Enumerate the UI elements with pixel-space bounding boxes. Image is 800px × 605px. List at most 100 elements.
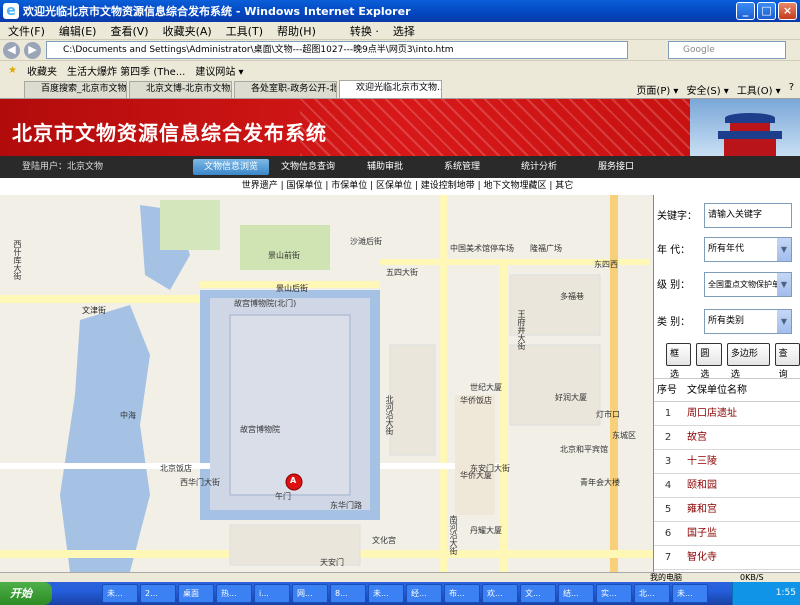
- temple-of-heaven-image: [690, 99, 800, 156]
- minimize-button[interactable]: _: [736, 2, 755, 20]
- nav-stats[interactable]: 统计分析: [501, 159, 577, 175]
- chevron-down-icon[interactable]: ▼: [777, 238, 791, 261]
- start-button[interactable]: 开始: [0, 582, 52, 605]
- label-haorun: 好润大厦: [555, 393, 587, 402]
- table-row[interactable]: 6 国子监: [654, 522, 800, 546]
- label-beijing-hotel: 北京饭店: [160, 464, 192, 473]
- box-select-button[interactable]: 框选: [666, 343, 692, 380]
- nav-query[interactable]: 文物信息查询: [270, 159, 346, 175]
- taskbar-item[interactable]: 2...: [140, 584, 176, 603]
- taskbar-item[interactable]: 布...: [444, 584, 480, 603]
- table-row[interactable]: 4 颐和园: [654, 474, 800, 498]
- safety-menu[interactable]: 安全(S) ▾: [686, 82, 728, 97]
- row-name[interactable]: 国子监: [687, 522, 717, 546]
- taskbar-item[interactable]: 桌面: [178, 584, 214, 603]
- row-name[interactable]: 十三陵: [687, 450, 717, 474]
- label-heping-hotel: 北京和平宾馆: [560, 445, 608, 454]
- tab-wenbo[interactable]: 北京文博-北京市文物局...: [129, 81, 232, 98]
- favorite-item-1[interactable]: 生活大爆炸 第四季 (The...: [67, 63, 185, 78]
- label-danyao: 丹耀大厦: [470, 526, 502, 535]
- table-row[interactable]: 7 智化寺: [654, 546, 800, 570]
- tab-baidu[interactable]: 百度搜索_北京市文物局: [24, 81, 127, 98]
- back-icon[interactable]: ◀: [3, 41, 20, 59]
- level-select[interactable]: 全国重点文物保护单位 ▼: [704, 272, 792, 297]
- row-name[interactable]: 周口店遗址: [687, 402, 737, 426]
- address-input[interactable]: C:\Documents and Settings\Administrator\…: [46, 41, 628, 59]
- taskbar-item[interactable]: 热...: [216, 584, 252, 603]
- menu-select[interactable]: 选择: [393, 23, 415, 39]
- label-shiji: 世纪大厦: [470, 383, 502, 392]
- taskbar-item[interactable]: 网...: [292, 584, 328, 603]
- type-select[interactable]: 所有类别 ▼: [704, 309, 792, 334]
- table-row[interactable]: 5 雍和宫: [654, 498, 800, 522]
- row-name[interactable]: 智化寺: [687, 546, 717, 570]
- row-name[interactable]: 故宫: [687, 426, 707, 450]
- row-index: 6: [664, 528, 672, 539]
- label-beiheyan: 北河沿大街: [385, 395, 394, 435]
- menu-file[interactable]: 文件(F): [8, 23, 45, 39]
- label-donghuamen: 东华门路: [330, 501, 362, 510]
- row-index: 5: [664, 504, 672, 515]
- table-row[interactable]: 3 十三陵: [654, 450, 800, 474]
- favorites-label[interactable]: 收藏夹: [27, 63, 57, 78]
- taskbar-item[interactable]: 经...: [406, 584, 442, 603]
- nav-approval[interactable]: 辅助审批: [347, 159, 423, 175]
- address-bar-row: ◀ ▶ C:\Documents and Settings\Administra…: [0, 40, 800, 60]
- type-value: 所有类别: [708, 316, 745, 326]
- table-row[interactable]: 1 周口店遗址: [654, 402, 800, 426]
- sub-nav[interactable]: 世界遗产 | 国保单位 | 市保单位 | 区保单位 | 建设控制地带 | 地下文…: [0, 178, 800, 195]
- menu-convert[interactable]: 转换 ·: [350, 23, 379, 39]
- keyword-input[interactable]: 请输入关键字: [704, 203, 792, 228]
- search-input[interactable]: Google: [668, 41, 786, 59]
- nav-service[interactable]: 服务接口: [578, 159, 654, 175]
- chevron-down-icon[interactable]: ▼: [777, 310, 791, 333]
- tab-chushi[interactable]: 各处室职-政务公开-北京...: [234, 81, 337, 98]
- taskbar-item[interactable]: 8...: [330, 584, 366, 603]
- era-select[interactable]: 所有年代 ▼: [704, 237, 792, 262]
- polygon-select-button[interactable]: 多边形选: [726, 343, 770, 380]
- favorite-item-2[interactable]: 建议网站 ▾: [195, 63, 243, 78]
- favorites-star-icon[interactable]: ★: [8, 65, 17, 76]
- maximize-button[interactable]: □: [757, 2, 776, 20]
- nav-browse[interactable]: 文物信息浏览: [193, 159, 269, 175]
- row-name[interactable]: 颐和园: [687, 474, 717, 498]
- help-icon[interactable]: ?: [789, 82, 794, 97]
- status-bar: 我的电脑 0KB/S: [0, 572, 800, 582]
- taskbar-item[interactable]: 结...: [558, 584, 594, 603]
- nav-system[interactable]: 系统管理: [424, 159, 500, 175]
- taskbar-item[interactable]: 北...: [634, 584, 670, 603]
- taskbar-item[interactable]: 文...: [520, 584, 556, 603]
- taskbar-item[interactable]: 未...: [672, 584, 708, 603]
- table-row[interactable]: 2 故宫: [654, 426, 800, 450]
- taskbar-item[interactable]: 未...: [368, 584, 404, 603]
- label-palace-museum: 故宫博物院: [240, 425, 280, 434]
- close-button[interactable]: ×: [778, 2, 797, 20]
- menu-view[interactable]: 查看(V): [110, 23, 148, 39]
- menu-tools[interactable]: 工具(T): [226, 23, 263, 39]
- level-label: 级 别：: [657, 280, 691, 291]
- keyword-label: 关键字：: [657, 211, 697, 222]
- tools-menu[interactable]: 工具(O) ▾: [737, 82, 781, 97]
- chevron-down-icon[interactable]: ▼: [777, 273, 791, 296]
- system-tray-clock[interactable]: 1:55: [732, 582, 800, 605]
- forward-icon[interactable]: ▶: [24, 41, 41, 59]
- circle-select-button[interactable]: 圆选: [696, 343, 722, 380]
- taskbar-item[interactable]: 实...: [596, 584, 632, 603]
- page-menu[interactable]: 页面(P) ▾: [636, 82, 678, 97]
- tab-current[interactable]: 欢迎光临北京市文物...: [339, 80, 442, 98]
- row-name[interactable]: 雍和宫: [687, 498, 717, 522]
- label-tiananmen: 天安门: [320, 558, 344, 567]
- menu-edit[interactable]: 编辑(E): [59, 23, 97, 39]
- taskbar-item[interactable]: 未...: [102, 584, 138, 603]
- menu-help[interactable]: 帮助(H): [277, 23, 316, 39]
- query-button[interactable]: 查询: [774, 343, 800, 380]
- label-donganmen: 东安门大街: [470, 464, 510, 473]
- row-index: 4: [664, 480, 672, 491]
- map-view[interactable]: 文津街 景山后街 景山前街 故宫博物院 故宫博物院(北门) 中海 北京饭店 西华…: [0, 195, 653, 572]
- label-xihuamen: 西华门大街: [180, 478, 220, 487]
- menu-favorites[interactable]: 收藏夹(A): [163, 23, 212, 39]
- taskbar-item[interactable]: 欢...: [482, 584, 518, 603]
- tab-tools: 页面(P) ▾ 安全(S) ▾ 工具(O) ▾ ?: [636, 82, 794, 97]
- col-index: 序号: [657, 385, 677, 396]
- taskbar-item[interactable]: i...: [254, 584, 290, 603]
